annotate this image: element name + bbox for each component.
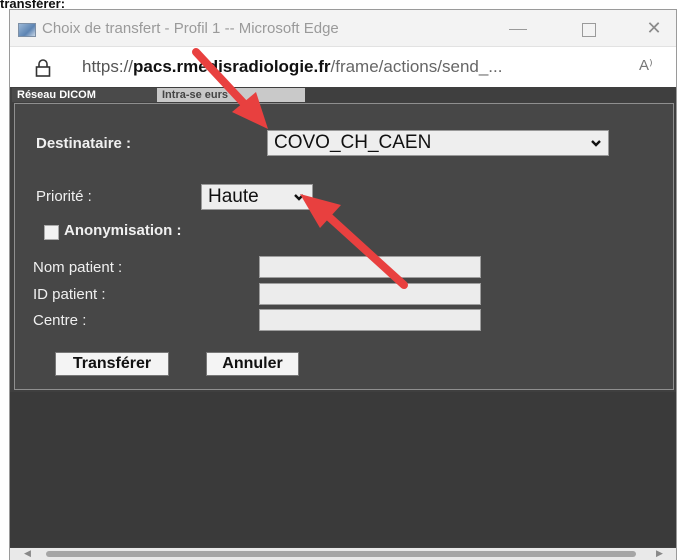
priorite-value: Haute — [208, 186, 259, 207]
title-bar: Choix de transfert - Profil 1 -- Microso… — [10, 10, 676, 46]
empty-area — [10, 392, 676, 547]
anonymisation-checkbox[interactable] — [44, 225, 59, 240]
tab-reseau-dicom[interactable]: Réseau DICOM — [12, 88, 157, 102]
nom-patient-label: Nom patient : — [33, 259, 123, 276]
destinataire-value: COVO_CH_CAEN — [274, 132, 432, 153]
chevron-down-icon — [591, 140, 601, 147]
transferer-button[interactable]: Transférer — [55, 352, 169, 376]
url-path: /frame/actions/send_... — [330, 57, 503, 76]
id-patient-input[interactable] — [259, 283, 481, 305]
tab-intra-secteurs[interactable]: Intra-se eurs — [157, 88, 305, 102]
read-aloud-icon[interactable]: A⁾ — [639, 56, 653, 74]
priorite-select[interactable]: Haute — [201, 184, 313, 210]
close-button[interactable]: ✕ — [632, 16, 676, 42]
lock-icon[interactable] — [35, 59, 51, 77]
scroll-left-icon[interactable]: ◀ — [24, 548, 31, 560]
maximize-button[interactable] — [567, 16, 611, 42]
centre-input[interactable] — [259, 309, 481, 331]
url-host: pacs. — [133, 57, 177, 76]
browser-window: Choix de transfert - Profil 1 -- Microso… — [9, 9, 677, 560]
page-content: Réseau DICOM Intra-se eurs Destinataire … — [10, 87, 676, 560]
url-scheme: https:// — [82, 57, 134, 76]
id-patient-label: ID patient : — [33, 286, 106, 303]
chevron-down-icon — [294, 194, 304, 201]
nom-patient-input[interactable] — [259, 256, 481, 278]
scrollbar-thumb[interactable] — [46, 551, 636, 557]
annuler-button[interactable]: Annuler — [206, 352, 299, 376]
horizontal-scrollbar[interactable]: ◀ ▶ — [10, 548, 676, 560]
destinataire-select[interactable]: COVO_CH_CAEN — [267, 130, 609, 156]
window-title: Choix de transfert - Profil 1 -- Microso… — [42, 20, 339, 37]
scroll-right-icon[interactable]: ▶ — [656, 548, 663, 560]
url-host-rest: rmedisradiologie.fr — [176, 57, 331, 76]
centre-label: Centre : — [33, 312, 87, 329]
minimize-button[interactable] — [496, 16, 540, 42]
address-bar[interactable]: https://pacs.rmedisradiologie.fr/frame/a… — [10, 46, 676, 88]
anonymisation-label: Anonymisation : — [64, 222, 182, 239]
url-text[interactable]: https://pacs.rmedisradiologie.fr/frame/a… — [82, 57, 502, 77]
priorite-label: Priorité : — [36, 188, 92, 205]
destinataire-label: Destinataire : — [36, 135, 132, 152]
app-icon — [18, 23, 36, 37]
transfer-form: Destinataire : COVO_CH_CAEN Priorité : H… — [14, 103, 674, 390]
